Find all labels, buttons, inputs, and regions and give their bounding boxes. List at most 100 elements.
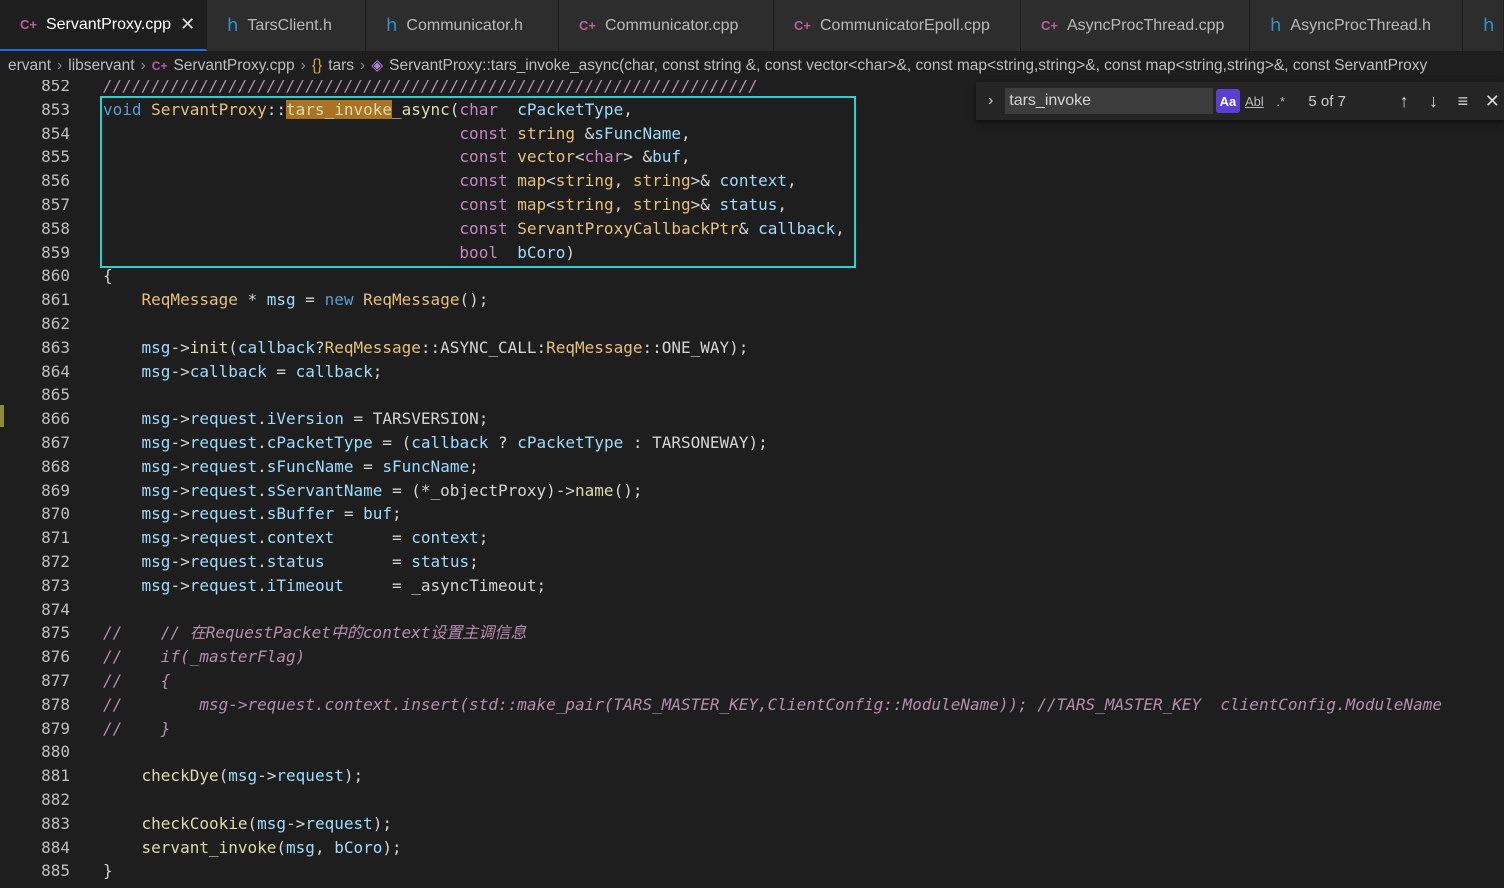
match-case-button[interactable]: Aa: [1216, 89, 1240, 113]
line-number: 867: [41, 433, 70, 452]
line-number: 872: [41, 552, 70, 571]
code-line[interactable]: 875 // // 在RequestPacket中的context设置主调信息: [0, 621, 1504, 645]
line-number: 865: [41, 385, 70, 405]
next-match-arrow-icon[interactable]: ↓: [1422, 91, 1445, 112]
tab-communicatorepoll-cpp[interactable]: C+ CommunicatorEpoll.cpp: [774, 0, 1021, 51]
line-code: // // 在RequestPacket中的context设置主调信息: [103, 623, 527, 643]
namespace-icon: {}: [311, 56, 323, 74]
line-number: 871: [41, 528, 70, 548]
line-number: 881: [41, 766, 70, 786]
tab-communicator-cpp[interactable]: C+ Communicator.cpp: [559, 0, 774, 51]
header-file-icon: h: [1483, 15, 1495, 36]
line-code: // {: [103, 671, 171, 690]
line-number: 869: [41, 480, 70, 500]
line-code: // }: [103, 718, 171, 738]
code-line[interactable]: 871 msg->request.context = context;: [0, 526, 1504, 550]
line-number: 878: [41, 694, 70, 714]
line-code: // msg->request.context.insert(std::make…: [103, 694, 1442, 714]
code-line[interactable]: 880: [0, 740, 1504, 764]
find-in-selection-icon[interactable]: ≡: [1451, 91, 1474, 112]
code-line[interactable]: 865: [0, 383, 1504, 407]
line-code: msg->request.cPacketType = (callback ? c…: [141, 433, 768, 452]
code-line[interactable]: 881 checkDye(msg->request);: [0, 764, 1504, 788]
code-line[interactable]: 863 msg->init(callback?ReqMessage::ASYNC…: [0, 336, 1504, 360]
line-number: 854: [41, 123, 70, 143]
line-number: 863: [41, 337, 70, 357]
code-line[interactable]: 864 msg->callback = callback;: [0, 360, 1504, 384]
line-number: 866: [41, 409, 70, 429]
line-code: msg->callback = callback;: [141, 361, 383, 381]
regex-button[interactable]: .*: [1269, 89, 1292, 113]
find-match-count: 5 of 7: [1308, 92, 1346, 110]
tab-label: ServantProxy.cpp: [45, 15, 172, 33]
line-number: 859: [41, 242, 70, 262]
code-line[interactable]: 877 // {: [0, 669, 1504, 693]
code-line[interactable]: 868 msg->request.sFuncName = sFuncName;: [0, 455, 1504, 479]
code-line[interactable]: 882: [0, 788, 1504, 812]
line-code: msg->request.sServantName = (*_objectPro…: [141, 480, 643, 500]
breadcrumb-part-2[interactable]: libservant: [68, 57, 134, 75]
code-line[interactable]: 884 servant_invoke(msg, bCoro);: [0, 836, 1504, 860]
code-line[interactable]: 878 // msg->request.context.insert(std::m…: [0, 693, 1504, 717]
tab-tarsclient-h[interactable]: h TarsClient.h: [207, 0, 366, 51]
line-number: 877: [41, 671, 70, 690]
code-line[interactable]: 867 msg->request.cPacketType = (callback…: [0, 431, 1504, 455]
chevron-right-icon: ›: [360, 56, 366, 74]
previous-match-arrow-icon[interactable]: ↑: [1392, 91, 1415, 112]
breadcrumb-file[interactable]: ServantProxy.cpp: [173, 57, 294, 75]
line-code: msg->request.sFuncName = sFuncName;: [141, 456, 479, 476]
tab-overflow[interactable]: h: [1463, 0, 1504, 51]
tab-label: TarsClient.h: [247, 16, 332, 34]
header-file-icon: h: [386, 15, 398, 36]
code-line[interactable]: 870 msg->request.sBuffer = buf;: [0, 502, 1504, 526]
line-number: 858: [41, 218, 70, 238]
line-number: 852: [41, 80, 70, 95]
code-line[interactable]: 862: [0, 312, 1504, 336]
line-number: 862: [41, 314, 70, 333]
code-line[interactable]: 872 msg->request.status = status;: [0, 550, 1504, 574]
chevron-right-icon: ›: [300, 56, 306, 74]
line-number: 880: [41, 742, 70, 762]
find-input[interactable]: [1005, 88, 1214, 114]
toggle-replace-chevron-icon[interactable]: ›: [976, 92, 1005, 110]
cpp-file-icon: C+: [20, 17, 37, 32]
line-code: servant_invoke(msg, bCoro);: [141, 837, 402, 857]
line-code: msg->init(callback?ReqMessage::ASYNC_CAL…: [141, 337, 749, 357]
cpp-file-icon: C+: [579, 18, 596, 33]
tab-asyncprocthread-h[interactable]: h AsyncProcThread.h: [1250, 0, 1463, 51]
whole-word-button[interactable]: Abl: [1243, 89, 1266, 113]
code-line[interactable]: 873 msg->request.iTimeout = _asyncTimeou…: [0, 574, 1504, 598]
code-line[interactable]: 869 msg->request.sServantName = (*_objec…: [0, 479, 1504, 503]
code-line[interactable]: 861 ReqMessage * msg = new ReqMessage();: [0, 288, 1504, 312]
breadcrumb-namespace[interactable]: tars: [328, 57, 354, 75]
header-file-icon: h: [227, 15, 239, 36]
line-number: 856: [41, 171, 70, 191]
line-number: 879: [41, 718, 70, 738]
line-number: 855: [41, 147, 70, 167]
code-line[interactable]: 883 checkCookie(msg->request);: [0, 812, 1504, 836]
code-line[interactable]: 879 // }: [0, 717, 1504, 741]
cpp-file-icon: C+: [151, 58, 168, 73]
line-code: // if(_masterFlag): [103, 647, 306, 667]
close-icon[interactable]: ✕: [180, 14, 195, 35]
breadcrumb: ervant › libservant › C+ ServantProxy.cp…: [0, 51, 1504, 80]
close-icon[interactable]: ✕: [1481, 91, 1504, 112]
line-number: 885: [41, 861, 70, 881]
line-number: 860: [41, 266, 70, 286]
cpp-file-icon: C+: [1041, 18, 1058, 33]
breadcrumb-symbol[interactable]: ServantProxy::tars_invoke_async(char, co…: [389, 57, 1427, 75]
code-line[interactable]: 874: [0, 598, 1504, 622]
code-line[interactable]: 876 // if(_masterFlag): [0, 645, 1504, 669]
line-code: ReqMessage * msg = new ReqMessage();: [141, 290, 489, 310]
tab-servantproxy-cpp[interactable]: C+ ServantProxy.cpp ✕: [0, 0, 207, 51]
find-widget: › Aa Abl .* 5 of 7 ↑ ↓ ≡ ✕: [976, 82, 1504, 120]
breadcrumb-part-1[interactable]: ervant: [8, 57, 51, 75]
chevron-right-icon: ›: [57, 56, 63, 74]
tab-asyncprocthread-cpp[interactable]: C+ AsyncProcThread.cpp: [1021, 0, 1250, 51]
line-code: msg->request.status = status;: [141, 552, 479, 571]
code-line[interactable]: 885}: [0, 859, 1504, 883]
code-line[interactable]: 866 msg->request.iVersion = TARSVERSION;: [0, 407, 1504, 431]
code-editor[interactable]: 852/////////////////////////////////////…: [0, 80, 1504, 888]
tab-communicator-h[interactable]: h Communicator.h: [366, 0, 559, 51]
line-number: 870: [41, 504, 70, 524]
